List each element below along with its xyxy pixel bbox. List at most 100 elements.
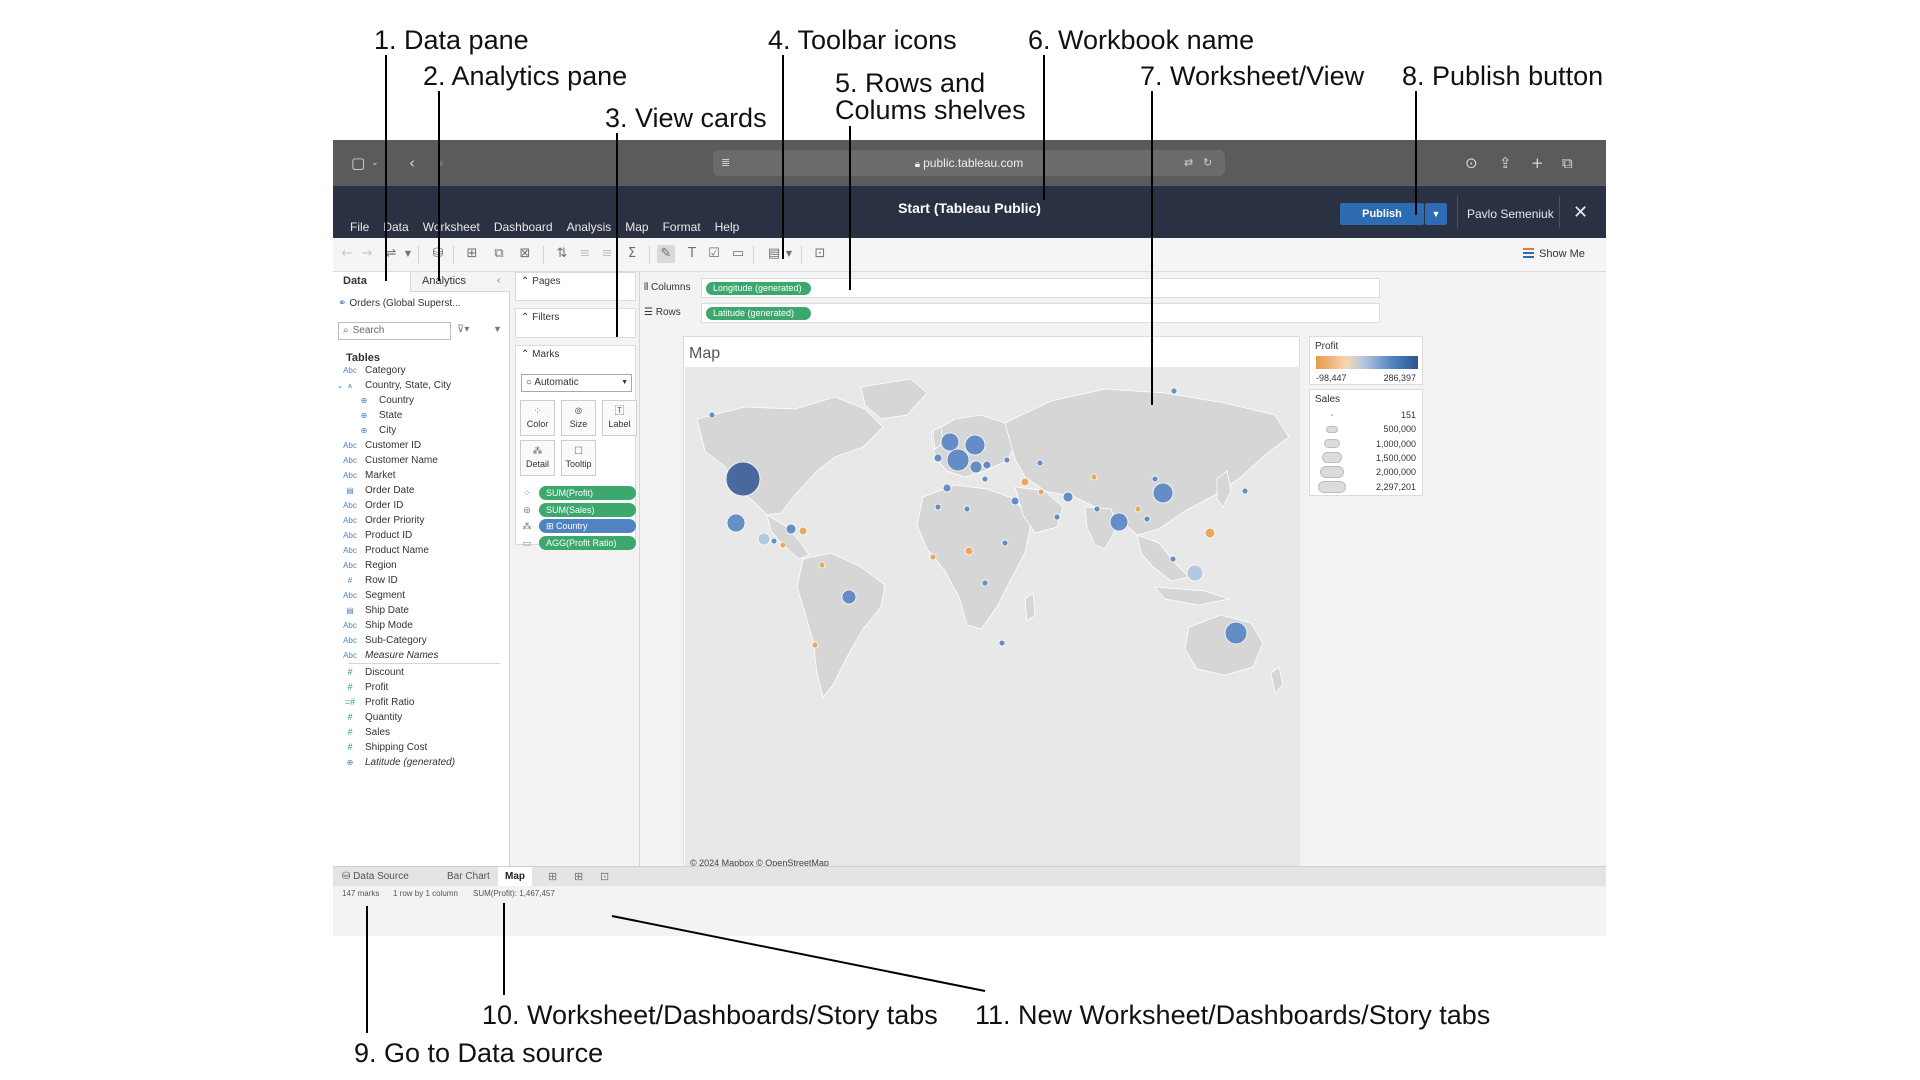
view-options-icon[interactable]: ▼ xyxy=(493,324,502,334)
map-mark-circle[interactable] xyxy=(798,526,808,536)
color-button[interactable]: ⁘ Color xyxy=(520,400,555,436)
map-mark-circle[interactable] xyxy=(779,541,787,549)
map-mark-circle[interactable] xyxy=(933,453,943,463)
dimension-field[interactable]: Abc Sub-Category xyxy=(338,633,510,648)
label-button[interactable]: 🅃︎ Label xyxy=(602,400,637,436)
undo-icon[interactable]: ← xyxy=(338,245,356,263)
redo-icon[interactable]: → xyxy=(358,245,376,263)
dimension-field[interactable]: ⊕ State xyxy=(338,408,510,423)
map-mark-circle[interactable] xyxy=(1090,473,1098,481)
data-source-tab[interactable]: ⛁ Data Source xyxy=(342,871,409,882)
map-mark-circle[interactable] xyxy=(708,411,716,419)
map-mark-circle[interactable] xyxy=(1001,539,1009,547)
measure-field[interactable]: # Quantity xyxy=(338,710,510,725)
data-source-item[interactable]: ⚭ Orders (Global Superst... xyxy=(338,298,461,309)
map-mark-circle[interactable] xyxy=(964,546,974,556)
menu-worksheet[interactable]: Worksheet xyxy=(416,186,487,238)
pages-card[interactable]: ⌃ Pages xyxy=(515,272,636,301)
map-mark-circle[interactable] xyxy=(1062,491,1074,503)
clear-sheet-icon[interactable]: ⊠ xyxy=(516,245,534,263)
presentation-icon[interactable]: ⊡ xyxy=(811,245,829,263)
map-mark-circle[interactable] xyxy=(785,523,797,535)
profit-legend[interactable]: Profit -98,447 286,397 xyxy=(1309,336,1423,385)
marks-pill[interactable]: ⊞ Country xyxy=(539,519,636,533)
map-mark-circle[interactable] xyxy=(1003,456,1011,464)
dimension-field[interactable]: ⊕ City xyxy=(338,423,510,438)
sales-legend[interactable]: Sales 151 500,000 1,000,000 1,500,000 2,000,… xyxy=(1309,389,1423,496)
map-mark-circle[interactable] xyxy=(725,461,761,497)
map-mark-circle[interactable] xyxy=(1020,477,1030,487)
marks-pill[interactable]: SUM(Sales) xyxy=(539,502,636,517)
menu-format[interactable]: Format xyxy=(656,186,708,238)
highlight-icon[interactable]: ✎ xyxy=(657,245,675,263)
map-mark-circle[interactable] xyxy=(1134,505,1142,513)
map-mark-circle[interactable] xyxy=(1186,564,1204,582)
totals-icon[interactable]: Σ xyxy=(623,245,641,263)
map-mark-circle[interactable] xyxy=(1169,555,1177,563)
map-mark-circle[interactable] xyxy=(969,460,983,474)
map-mark-circle[interactable] xyxy=(946,448,970,472)
replay-icon[interactable]: ⇌ xyxy=(382,245,400,263)
dimension-field[interactable]: ⊕ Country xyxy=(338,393,510,408)
collapse-pane-icon[interactable]: ‹ xyxy=(497,275,500,286)
sidebar-icon[interactable]: ▢ xyxy=(351,153,365,173)
map-mark-circle[interactable] xyxy=(1152,482,1174,504)
map-mark-circle[interactable] xyxy=(1170,387,1178,395)
url-field[interactable]: ≣ 🔒︎ public.tableau.com ⇄ ↻ xyxy=(713,150,1225,176)
map-canvas[interactable]: © 2024 Mapbox © OpenStreetMap xyxy=(685,367,1300,871)
rows-drop-zone[interactable]: Latitude (generated) xyxy=(701,303,1380,323)
map-mark-circle[interactable] xyxy=(1053,513,1061,521)
map-mark-circle[interactable] xyxy=(982,460,992,470)
map-mark-circle[interactable] xyxy=(770,537,778,545)
dimension-field[interactable]: Abc Order ID xyxy=(338,498,510,513)
map-mark-circle[interactable] xyxy=(818,561,826,569)
map-mark-circle[interactable] xyxy=(1037,488,1045,496)
new-tab-icon[interactable]: + xyxy=(1531,153,1544,173)
dimension-field[interactable]: Abc Order Priority xyxy=(338,513,510,528)
marks-pill[interactable]: SUM(Profit) xyxy=(539,486,636,500)
close-icon[interactable]: ✕ xyxy=(1573,202,1588,223)
map-mark-circle[interactable] xyxy=(934,503,942,511)
map-mark-circle[interactable] xyxy=(841,589,857,605)
tab-bar-chart[interactable]: Bar Chart xyxy=(447,871,490,882)
measure-field[interactable]: # Shipping Cost xyxy=(338,740,510,755)
tab-data[interactable]: Data xyxy=(343,275,367,287)
new-dashboard-icon[interactable]: ⊞ xyxy=(574,870,583,883)
fit-dropdown-icon[interactable]: ▼ xyxy=(780,245,798,263)
measure-field[interactable]: # Sales xyxy=(338,725,510,740)
dimension-field[interactable]: Abc Region xyxy=(338,558,510,573)
labels-icon[interactable]: T xyxy=(683,245,701,263)
search-input[interactable]: ⌕ Search xyxy=(338,322,451,340)
map-mark-circle[interactable] xyxy=(726,513,746,533)
map-mark-circle[interactable] xyxy=(1151,475,1159,483)
publish-button[interactable]: Publish xyxy=(1340,203,1424,225)
show-me-button[interactable]: Show Me xyxy=(1523,248,1585,260)
dimension-field[interactable]: Abc Product ID xyxy=(338,528,510,543)
tab-map[interactable]: Map xyxy=(505,871,525,882)
dimension-field[interactable]: Abc Market xyxy=(338,468,510,483)
map-mark-circle[interactable] xyxy=(940,432,960,452)
tooltip-button[interactable]: ☐ Tooltip xyxy=(561,440,596,476)
measure-field[interactable]: =# Profit Ratio xyxy=(338,695,510,710)
map-mark-circle[interactable] xyxy=(1143,515,1151,523)
publish-dropdown-button[interactable]: ▼ xyxy=(1425,203,1447,225)
tab-analytics[interactable]: Analytics xyxy=(422,275,466,287)
dimension-field[interactable]: ⌄ ⩚ Country, State, City xyxy=(337,378,510,393)
dimension-field[interactable]: ▤ Ship Date xyxy=(338,603,510,618)
translate-icon[interactable]: ⇄ xyxy=(1184,150,1193,176)
measure-field[interactable]: ⊕ Latitude (generated) xyxy=(338,755,510,770)
map-mark-circle[interactable] xyxy=(757,532,771,546)
menu-help[interactable]: Help xyxy=(708,186,747,238)
columns-drop-zone[interactable]: Longitude (generated) xyxy=(701,278,1380,298)
menu-dashboard[interactable]: Dashboard xyxy=(487,186,560,238)
measure-field[interactable]: # Discount xyxy=(338,665,510,680)
sort-ascending-icon[interactable]: ≡ xyxy=(576,245,594,263)
map-mark-circle[interactable] xyxy=(964,434,986,456)
detail-button[interactable]: ⁂ Detail xyxy=(520,440,555,476)
new-story-icon[interactable]: ⊡ xyxy=(600,870,609,883)
dimension-field[interactable]: Abc Measure Names xyxy=(338,648,510,663)
dimension-field[interactable]: Abc Segment xyxy=(338,588,510,603)
menu-file[interactable]: File xyxy=(343,186,376,238)
menu-analysis[interactable]: Analysis xyxy=(560,186,619,238)
back-icon[interactable]: ‹ xyxy=(409,153,415,173)
